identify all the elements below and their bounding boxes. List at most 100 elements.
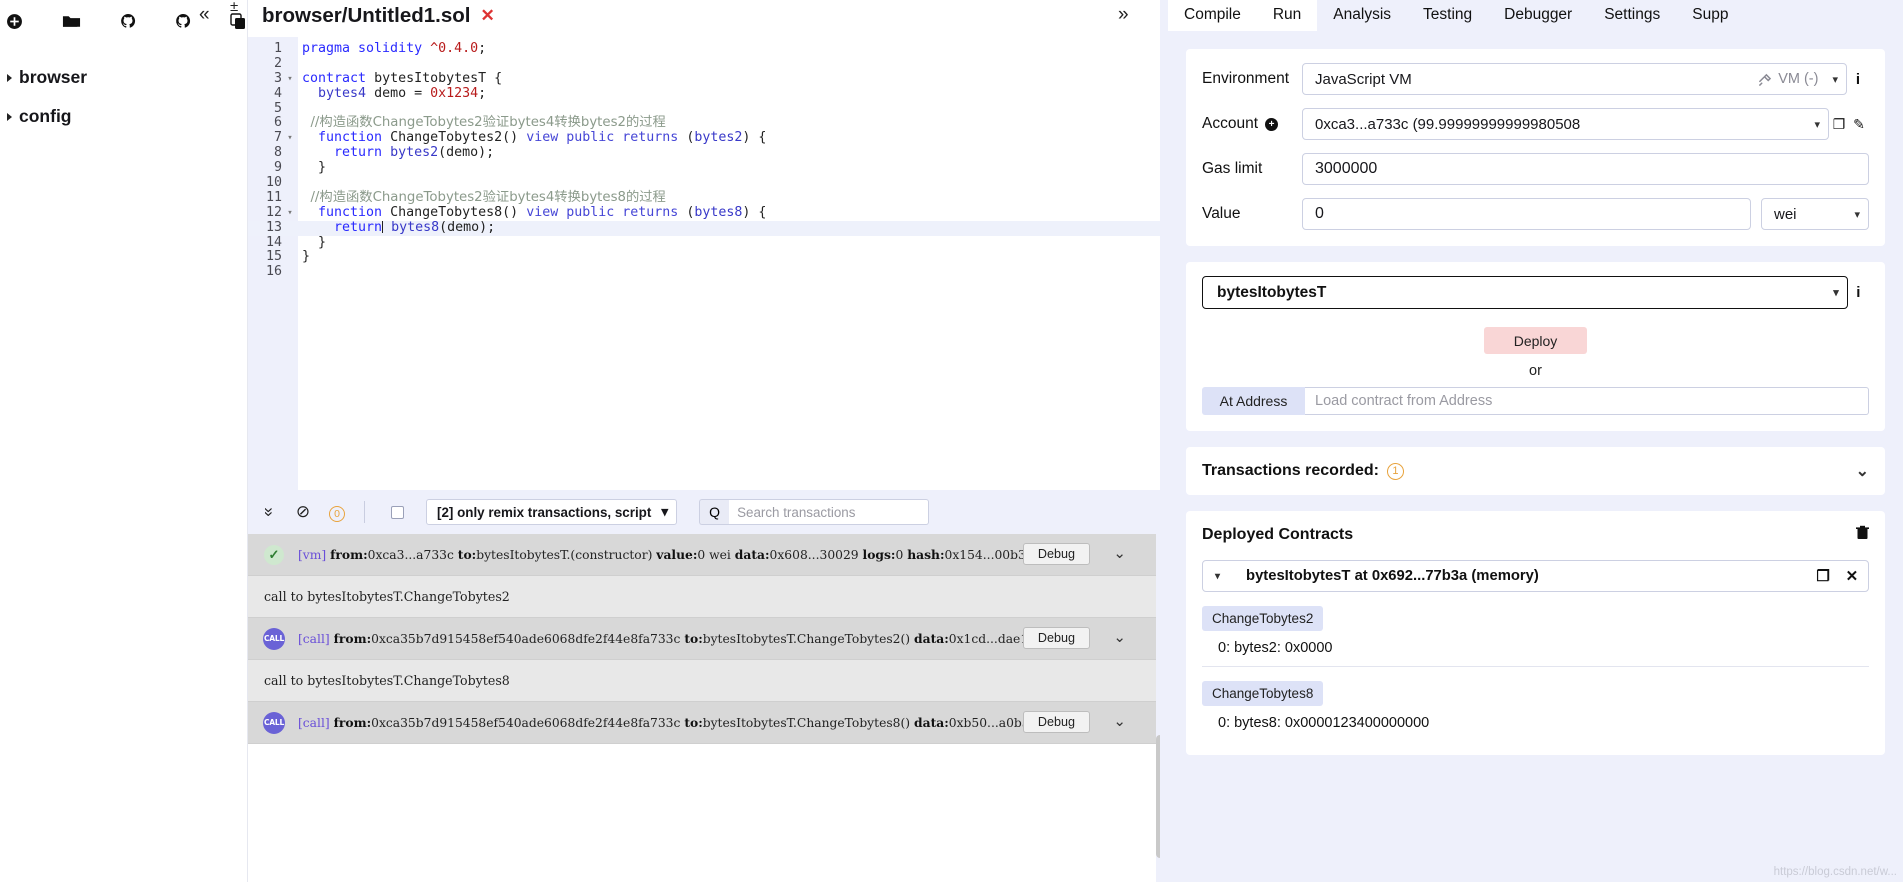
transaction-filter-select[interactable]: [2] only remix transactions, script ▾ [426, 499, 678, 525]
code-line: 14 } [248, 234, 1168, 251]
fold-toggle-icon[interactable]: ▾ [282, 131, 298, 146]
chevron-down-icon: ▾ [1854, 208, 1860, 221]
code-line: 12 ▾ function ChangeTobytes8() view publi… [248, 204, 1168, 221]
editor-tab-untitled1[interactable]: browser/Untitled1.sol ✕ [248, 0, 505, 32]
log-status-badge: CALL [254, 627, 294, 650]
line-number: 8 [273, 145, 282, 161]
terminal-log-entry[interactable]: CALL [call] from:0xca35b7d915458ef540ade6… [248, 702, 1156, 744]
deploy-button[interactable]: Deploy [1484, 327, 1587, 354]
fold-toggle-icon [282, 116, 298, 131]
chevron-down-icon[interactable]: ▾ [1215, 571, 1220, 582]
tab-debugger[interactable]: Debugger [1488, 0, 1589, 31]
toolbar-divider [364, 501, 365, 523]
or-separator-label: or [1529, 363, 1542, 379]
deploy-card: bytesItobytesT ▾ i Deploy or At Address … [1186, 262, 1885, 431]
github-publish-icon[interactable] [120, 10, 136, 32]
gas-limit-input[interactable]: 3000000 [1302, 153, 1869, 185]
deployed-contract-instance[interactable]: ▾ bytesItobytesT at 0x692...77b3a (memor… [1202, 560, 1869, 592]
at-address-row: At Address Load contract from Address [1202, 387, 1869, 415]
tab-run[interactable]: Run [1256, 0, 1318, 31]
line-number: 4 [273, 85, 282, 101]
trash-icon[interactable] [1856, 525, 1869, 544]
fold-toggle-icon [282, 191, 298, 206]
call-icon: CALL [263, 711, 285, 734]
value-input[interactable]: 0 [1302, 198, 1751, 230]
code-line: 7 ▾ function ChangeTobytes2() view public… [248, 130, 1168, 146]
code-text: return bytes2(demo); [334, 145, 495, 161]
gist-publish-icon[interactable] [175, 10, 191, 32]
transactions-recorded-card[interactable]: Transactions recorded: 1 ⌄ [1186, 447, 1885, 495]
clear-console-icon[interactable]: ⊘ [286, 502, 320, 522]
debug-button[interactable]: Debug [1022, 543, 1090, 565]
fold-toggle-icon[interactable]: ▾ [282, 72, 298, 87]
listen-network-checkbox[interactable] [391, 505, 404, 519]
open-folder-icon[interactable] [62, 10, 81, 32]
tab-analysis[interactable]: Analysis [1317, 0, 1408, 31]
at-address-button[interactable]: At Address [1202, 387, 1305, 415]
sign-message-icon[interactable]: ✎ [1849, 116, 1869, 133]
terminal-toolbar: » ⊘ 0 [2] only remix transactions, scrip… [248, 490, 1168, 534]
file-tree-config[interactable]: config [0, 97, 247, 136]
copy-account-icon[interactable]: ❐ [1829, 116, 1849, 133]
account-select[interactable]: 0xca3...a733c (99.99999999999980508 ▾ [1302, 108, 1829, 140]
environment-label: Environment [1202, 70, 1290, 87]
fold-toggle-icon[interactable]: ▾ [282, 206, 298, 221]
terminal-log-entry[interactable]: ✓ [vm] from:0xca3...a733c to:bytesItobyte… [248, 534, 1156, 576]
tab-support[interactable]: Supp [1676, 0, 1745, 31]
function-button-changetobytes2[interactable]: ChangeTobytes2 [1202, 606, 1324, 631]
plug-icon [1759, 73, 1772, 86]
new-file-icon[interactable] [6, 10, 23, 32]
code-text: //构造函数ChangeTobytes2验证bytes4转换bytes8的过程 [302, 189, 666, 205]
right-panel-tabs: » Compile Run Analysis Testing Debugger Setti… [1118, 0, 1903, 31]
contract-info-icon[interactable]: i [1848, 284, 1869, 301]
check-icon: ✓ [264, 544, 284, 565]
right-panel: » Compile Run Analysis Testing Debugger Setti… [1118, 0, 1903, 882]
collapse-panel-icon[interactable]: « [199, 4, 210, 26]
expand-panel-icon[interactable]: » [1118, 4, 1129, 26]
tab-settings[interactable]: Settings [1588, 0, 1677, 31]
chevron-down-icon[interactable]: ⌄ [1113, 544, 1126, 562]
fold-toggle-icon [282, 42, 298, 57]
code-editor[interactable]: 1 pragma solidity ^0.4.0; 2 3 ▾ contract byte… [248, 37, 1168, 490]
chevron-down-icon[interactable]: ⌄ [1113, 628, 1126, 646]
font-size-icon[interactable]: ± [230, 0, 238, 14]
close-icon[interactable]: ✕ [480, 6, 494, 26]
environment-select[interactable]: JavaScript VM VM (-) ▾ [1302, 63, 1847, 95]
deployed-contracts-card: Deployed Contracts ▾ bytesItobytesT at 0… [1186, 511, 1885, 755]
value-unit-select[interactable]: wei ▾ [1761, 198, 1869, 230]
copy-address-icon[interactable]: ❐ [1816, 568, 1829, 585]
file-tree-config-label: config [19, 106, 72, 126]
terminal-log-message[interactable]: call to bytesItobytesT.ChangeTobytes8 [248, 660, 1156, 702]
panel-splitter[interactable] [1160, 0, 1168, 882]
editor-column: « ± browser/Untitled1.sol ✕ 1 pragma soli… [199, 0, 1168, 882]
chevron-down-icon[interactable]: ▾ [1832, 73, 1838, 86]
environment-info-icon[interactable]: i [1847, 71, 1869, 88]
code-text: function ChangeTobytes2() view public re… [318, 130, 767, 146]
at-address-input[interactable]: Load contract from Address [1305, 387, 1869, 415]
terminal-log-message[interactable]: call to bytesItobytesT.ChangeTobytes2 [248, 576, 1156, 618]
chevron-down-icon[interactable]: ⌄ [1113, 712, 1126, 730]
line-number: 16 [265, 264, 282, 280]
contract-select[interactable]: bytesItobytesT ▾ [1202, 276, 1848, 309]
close-icon[interactable]: ✕ [1846, 568, 1858, 585]
search-transactions-input[interactable] [729, 499, 930, 525]
code-text: function ChangeTobytes8() view public re… [318, 204, 767, 220]
terminal-collapse-icon[interactable]: » [259, 495, 279, 529]
transactions-recorded-count: 1 [1386, 462, 1404, 480]
debug-button[interactable]: Debug [1022, 627, 1090, 649]
tab-compile[interactable]: Compile [1168, 0, 1257, 31]
chevron-down-icon[interactable]: ▾ [1814, 118, 1820, 131]
search-icon[interactable]: Q [699, 499, 730, 525]
chevron-down-icon[interactable]: ⌄ [1856, 461, 1869, 481]
function-button-changetobytes8[interactable]: ChangeTobytes8 [1202, 681, 1324, 706]
code-text: } [302, 234, 327, 250]
terminal-panel: » ⊘ 0 [2] only remix transactions, scrip… [248, 490, 1168, 882]
line-number: 2 [273, 55, 282, 71]
file-tree-browser[interactable]: browser [0, 58, 247, 97]
terminal-log-list[interactable]: ✓ [vm] from:0xca3...a733c to:bytesItobyte… [248, 534, 1156, 882]
create-account-icon[interactable]: + [1265, 117, 1279, 131]
terminal-log-entry[interactable]: CALL [call] from:0xca35b7d915458ef540ade6… [248, 618, 1156, 660]
line-number: 12 [265, 204, 282, 220]
tab-testing[interactable]: Testing [1407, 0, 1489, 31]
debug-button[interactable]: Debug [1022, 711, 1090, 733]
